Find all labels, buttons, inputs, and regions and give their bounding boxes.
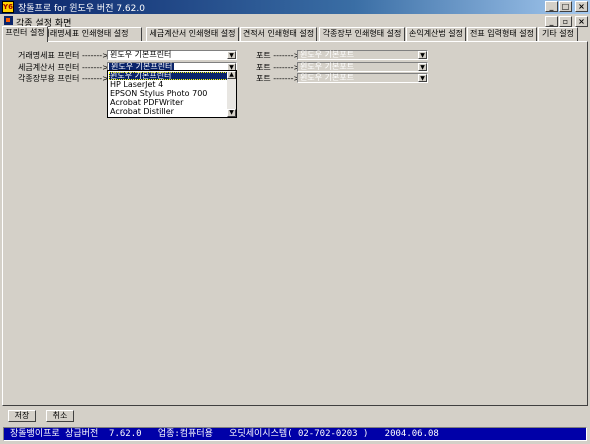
scroll-up-icon[interactable]: ▲	[227, 71, 236, 79]
dropdown-option[interactable]: EPSON Stylus Photo 700	[109, 90, 228, 98]
chevron-down-icon[interactable]: ▼	[418, 63, 427, 71]
invoice-port-label: 포트 ------->	[256, 51, 301, 60]
minimize-icon[interactable]: _	[545, 1, 558, 12]
inner-window-title-bar[interactable]: 각종 설정 화면 _ ▫ ×	[0, 14, 590, 29]
scroll-down-icon[interactable]: ▼	[227, 109, 236, 117]
maximize-icon[interactable]: □	[559, 1, 572, 12]
inner-minimize-icon[interactable]: _	[545, 16, 558, 27]
dropdown-option[interactable]: 윈도우 기본프린터	[109, 72, 228, 80]
status-bar: 장돌뱅이프로 상급버전 7.62.0 업종:컴퓨터용 오딧세이시스템( 02-7…	[0, 424, 590, 444]
chevron-down-icon[interactable]: ▼	[227, 51, 236, 59]
status-text: 장돌뱅이프로 상급버전 7.62.0 업종:컴퓨터용 오딧세이시스템( 02-7…	[3, 427, 587, 441]
chevron-down-icon[interactable]: ▼	[418, 51, 427, 59]
ledger-port-label: 포트 ------->	[256, 74, 301, 83]
tax-invoice-printer-label: 세금계산서 프린터 ------->	[18, 63, 109, 72]
dropdown-option[interactable]: HP LaserJet 4	[109, 81, 228, 89]
save-button[interactable]: 저장	[8, 410, 36, 422]
invoice-printer-select[interactable]: 윈도우 기본프린터 ▼	[107, 50, 237, 60]
tab-tax-invoice-print[interactable]: 세금계산서 인쇄형태 설정	[146, 27, 239, 41]
invoice-port-select[interactable]: 윈도우 기본포트 ▼	[297, 50, 428, 60]
inner-close-icon[interactable]: ×	[575, 16, 588, 27]
tab-estimate-print[interactable]: 견적서 인쇄형태 설정	[240, 27, 317, 41]
dropdown-option[interactable]: Acrobat PDFWriter	[109, 99, 228, 107]
tab-other-settings[interactable]: 기타 설정	[538, 27, 578, 41]
tab-ledger-print[interactable]: 각종장부 인쇄형태 설정	[319, 27, 405, 41]
ledger-printer-label: 각종장부용 프린터 ------->	[18, 74, 109, 83]
invoice-printer-label: 거래명세표 프린터 ------->	[18, 51, 109, 60]
dropdown-scrollbar[interactable]: ▲ ▼	[227, 71, 236, 117]
printer-settings-panel	[2, 41, 588, 406]
ledger-port-select[interactable]: 윈도우 기본포트 ▼	[297, 73, 428, 83]
tab-profit-method[interactable]: 손익계산법 설정	[406, 27, 466, 41]
printer-dropdown-list[interactable]: 윈도우 기본프린터 HP LaserJet 4 EPSON Stylus Pho…	[107, 70, 237, 118]
tab-voucher-input[interactable]: 전표 입력형태 설정	[467, 27, 537, 41]
app-logo-icon: Y6	[2, 1, 14, 13]
cancel-button[interactable]: 취소	[46, 410, 74, 422]
app-title: 장돌프로 for 윈도우 버전 7.62.0	[18, 4, 145, 14]
inner-restore-icon[interactable]: ▫	[559, 16, 572, 27]
dropdown-option[interactable]: Acrobat Distiller	[109, 108, 228, 116]
tab-printer-settings[interactable]: 프린터 설정	[2, 26, 48, 42]
settings-tabs: 프린터 설정 거래명세표 인쇄형태 설정 세금계산서 인쇄형태 설정 견적서 인…	[2, 26, 588, 42]
tax-invoice-port-label: 포트 ------->	[256, 63, 301, 72]
close-icon[interactable]: ×	[575, 1, 588, 12]
tax-invoice-port-select[interactable]: 윈도우 기본포트 ▼	[297, 62, 428, 72]
app-title-bar[interactable]: Y6 장돌프로 for 윈도우 버전 7.62.0 _ □ ×	[0, 0, 590, 14]
chevron-down-icon[interactable]: ▼	[418, 74, 427, 82]
window-icon	[4, 16, 13, 25]
